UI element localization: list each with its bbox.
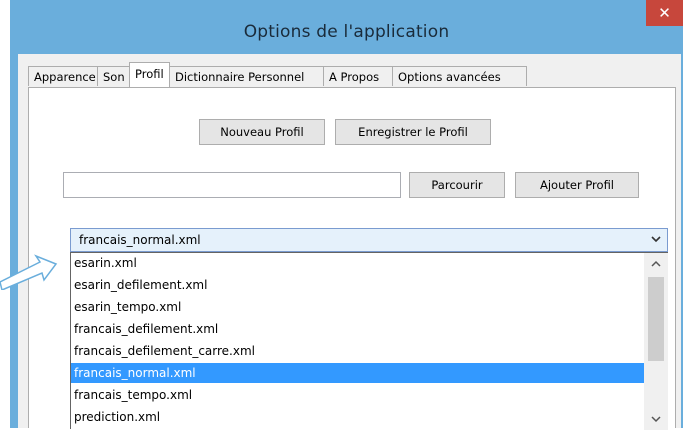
close-button[interactable]: ✕ (646, 0, 683, 26)
list-item[interactable]: esarin.xml (71, 253, 644, 273)
list-item-selected[interactable]: francais_normal.xml (71, 363, 644, 383)
list-item[interactable]: francais_defilement.xml (71, 319, 644, 339)
scrollbar-thumb[interactable] (648, 277, 664, 361)
save-profile-button[interactable]: Enregistrer le Profil (335, 119, 491, 145)
dialog-body: Apparence Son Profil Dictionnaire Person… (18, 54, 681, 430)
chevron-down-icon[interactable] (644, 408, 668, 430)
profile-dropdown-list[interactable]: esarin.xml esarin_defilement.xml esarin_… (70, 252, 668, 430)
profile-path-input[interactable] (63, 172, 401, 198)
chevron-down-icon (651, 236, 661, 243)
tab-profil[interactable]: Profil (129, 62, 170, 87)
list-scrollbar[interactable] (644, 253, 668, 430)
tab-dictionnaire-personnel[interactable]: Dictionnaire Personnel (169, 66, 324, 86)
tab-son[interactable]: Son (97, 66, 130, 86)
list-item[interactable]: francais_defilement_carre.xml (71, 341, 644, 361)
tab-options-avancees[interactable]: Options avancées (392, 66, 527, 86)
chevron-up-icon[interactable] (644, 253, 668, 275)
tab-apparence[interactable]: Apparence (28, 66, 98, 86)
title-bar[interactable]: Options de l'application ✕ (10, 0, 683, 54)
list-item[interactable]: francais_tempo.xml (71, 385, 644, 405)
profile-select-value: francais_normal.xml (79, 233, 201, 247)
arrow-pointer-icon (0, 254, 58, 290)
add-profile-button[interactable]: Ajouter Profil (515, 172, 639, 198)
profile-select[interactable]: francais_normal.xml (70, 228, 668, 252)
close-icon: ✕ (658, 4, 671, 22)
window-title: Options de l'application (243, 22, 450, 42)
list-item[interactable]: esarin_tempo.xml (71, 297, 644, 317)
tab-a-propos[interactable]: A Propos (323, 66, 393, 86)
list-item[interactable]: prediction.xml (71, 407, 644, 427)
browse-button[interactable]: Parcourir (409, 172, 505, 198)
app-options-window: Options de l'application ✕ Apparence Son… (10, 0, 683, 430)
new-profile-button[interactable]: Nouveau Profil (199, 119, 325, 145)
list-item[interactable]: esarin_defilement.xml (71, 275, 644, 295)
